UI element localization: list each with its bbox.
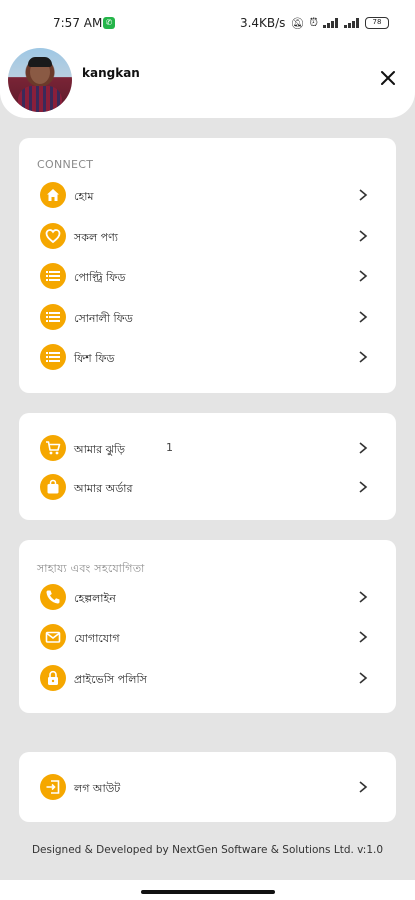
status-right: 3.4KB/s 🔕︎ ⏰︎ 78: [240, 16, 389, 30]
menu-item-label: লগ আউট: [74, 782, 121, 795]
phone-icon: [40, 584, 66, 610]
alarm-icon: ⏰︎: [309, 16, 318, 29]
menu-item-all-products[interactable]: সকল পণ্য: [19, 219, 396, 253]
support-card: সাহায্য এবং সহযোগিতা হেল্পলাইন যোগাযোগ প…: [19, 540, 396, 713]
menu-item-my-orders[interactable]: আমার অর্ডার: [19, 470, 396, 504]
menu-item-label: হোম: [74, 190, 94, 203]
home-icon: [40, 182, 66, 208]
menu-item-label: পোল্ট্রি ফিড: [74, 271, 126, 284]
whatsapp-notification-icon: ✆: [103, 17, 115, 29]
list-icon: [40, 344, 66, 370]
chevron-right-icon: [359, 672, 368, 684]
close-icon[interactable]: [379, 69, 397, 87]
section-title-support: সাহায্য এবং সহযোগিতা: [37, 562, 145, 575]
home-indicator[interactable]: [141, 890, 275, 894]
chevron-right-icon: [359, 230, 368, 242]
chevron-right-icon: [359, 631, 368, 643]
menu-item-label: যোগাযোগ: [74, 632, 120, 645]
profile-header: kangkan: [0, 40, 415, 118]
chevron-right-icon: [359, 270, 368, 282]
mute-icon: 🔕︎: [290, 16, 305, 30]
chevron-right-icon: [359, 189, 368, 201]
heart-icon: [40, 223, 66, 249]
menu-item-label: সকল পণ্য: [74, 231, 118, 244]
menu-item-home[interactable]: হোম: [19, 178, 396, 212]
chevron-right-icon: [359, 481, 368, 493]
network-speed: 3.4KB/s: [239, 16, 286, 30]
menu-item-helpline[interactable]: হেল্পলাইন: [19, 580, 396, 614]
chevron-right-icon: [359, 781, 368, 793]
chevron-right-icon: [359, 311, 368, 323]
menu-item-label: প্রাইভেসি পলিসি: [74, 673, 147, 686]
signal-icon-2: [344, 18, 360, 28]
logout-icon: [40, 774, 66, 800]
menu-item-sonali-feed[interactable]: সোনালী ফিড: [19, 300, 396, 334]
menu-item-label: সোনালী ফিড: [74, 312, 133, 325]
menu-item-contact[interactable]: যোগাযোগ: [19, 620, 396, 654]
menu-item-fish-feed[interactable]: ফিশ ফিড: [19, 340, 396, 374]
cart-icon: [40, 435, 66, 461]
menu-item-label: আমার অর্ডার: [74, 482, 133, 495]
orders-card: আমার ঝুড়ি 1 আমার অর্ডার: [19, 413, 396, 520]
list-icon: [40, 263, 66, 289]
status-time: 7:57 AM: [53, 16, 103, 30]
menu-item-label: ফিশ ফিড: [74, 352, 115, 365]
lock-icon: [40, 665, 66, 691]
cart-count-badge: 1: [166, 441, 173, 454]
connect-card: CONNECT হোম সকল পণ্য পোল্ট্রি ফিড সোনালী…: [19, 138, 396, 393]
chevron-right-icon: [359, 591, 368, 603]
chevron-right-icon: [359, 442, 368, 454]
battery-level: 78: [372, 18, 382, 26]
menu-item-logout[interactable]: লগ আউট: [19, 770, 396, 804]
username: kangkan: [82, 66, 140, 80]
menu-item-label: আমার ঝুড়ি: [74, 443, 126, 456]
menu-item-label: হেল্পলাইন: [74, 592, 116, 605]
footer-credit: Designed & Developed by NextGen Software…: [31, 844, 384, 856]
mail-icon: [40, 624, 66, 650]
list-icon: [40, 304, 66, 330]
section-title-connect: CONNECT: [37, 158, 94, 171]
avatar[interactable]: [8, 48, 72, 112]
menu-item-my-cart[interactable]: আমার ঝুড়ি 1: [19, 431, 396, 465]
menu-item-poultry-feed[interactable]: পোল্ট্রি ফিড: [19, 259, 396, 293]
menu-item-privacy-policy[interactable]: প্রাইভেসি পলিসি: [19, 661, 396, 695]
logout-card: লগ আউট: [19, 752, 396, 822]
signal-icon: [323, 18, 339, 28]
bag-icon: [40, 474, 66, 500]
battery-icon: 78: [365, 17, 389, 29]
chevron-right-icon: [359, 351, 368, 363]
